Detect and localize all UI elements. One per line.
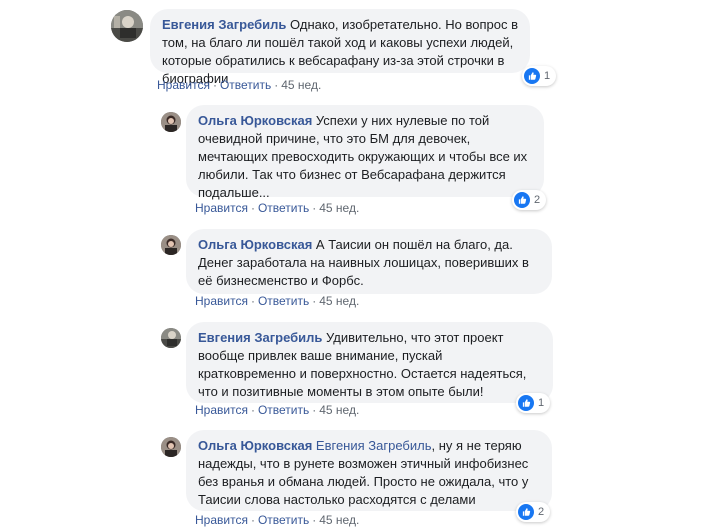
avatar-photo-icon <box>161 437 181 457</box>
avatar-photo-icon <box>111 10 143 42</box>
comment-actions: Нравится · Ответить · 45 нед. <box>195 513 359 527</box>
avatar[interactable] <box>161 437 181 457</box>
separator-dot: · <box>312 513 317 527</box>
like-link[interactable]: Нравится <box>195 201 248 215</box>
comment-mention[interactable]: Евгения Загребиль <box>312 438 432 453</box>
comment-author[interactable]: Евгения Загребиль <box>162 17 286 32</box>
reply-link[interactable]: Ответить <box>258 513 309 527</box>
comment-bubble: Евгения Загребиль Удивительно, что этот … <box>186 322 553 403</box>
comment-reply: Евгения Загребиль Удивительно, что этот … <box>0 315 721 425</box>
comment: Евгения Загребиль Однако, изобретательно… <box>0 0 721 100</box>
separator-dot: · <box>212 78 217 92</box>
avatar[interactable] <box>111 10 143 42</box>
reply-link[interactable]: Ответить <box>258 201 309 215</box>
like-link[interactable]: Нравится <box>195 294 248 308</box>
comment-reply: Ольга Юрковская А Таисии он пошёл на бла… <box>0 222 721 322</box>
like-icon <box>524 68 540 84</box>
reaction-summary[interactable]: 2 <box>512 190 547 210</box>
comment-author[interactable]: Ольга Юрковская <box>198 237 312 252</box>
reaction-summary[interactable]: 1 <box>522 66 557 86</box>
comment-time[interactable]: 45 нед. <box>319 513 359 527</box>
separator-dot: · <box>250 403 255 417</box>
separator-dot: · <box>312 294 317 308</box>
reaction-count: 1 <box>538 397 545 409</box>
reaction-summary[interactable]: 2 <box>516 502 551 522</box>
reply-link[interactable]: Ответить <box>258 403 309 417</box>
avatar[interactable] <box>161 112 181 132</box>
separator-dot: · <box>312 403 317 417</box>
reaction-summary[interactable]: 1 <box>516 393 551 413</box>
separator-dot: · <box>274 78 279 92</box>
reply-link[interactable]: Ответить <box>258 294 309 308</box>
avatar-photo-icon <box>161 235 181 255</box>
like-icon <box>518 504 534 520</box>
comment-bubble: Ольга Юрковская А Таисии он пошёл на бла… <box>186 229 552 294</box>
comment-bubble: Ольга Юрковская Успехи у них нулевые по … <box>186 105 544 200</box>
avatar-photo-icon <box>161 328 181 348</box>
like-icon <box>514 192 530 208</box>
comment-time[interactable]: 45 нед. <box>319 294 359 308</box>
reply-link[interactable]: Ответить <box>220 78 271 92</box>
avatar-photo-icon <box>161 112 181 132</box>
comment-reply: Ольга Юрковская Евгения Загребиль, ну я … <box>0 425 721 530</box>
reaction-count: 2 <box>538 506 545 518</box>
comment-time[interactable]: 45 нед. <box>319 403 359 417</box>
like-icon <box>518 395 534 411</box>
comment-reply: Ольга Юрковская Успехи у них нулевые по … <box>0 100 721 222</box>
separator-dot: · <box>250 294 255 308</box>
comment-actions: Нравится · Ответить · 45 нед. <box>195 201 359 215</box>
like-link[interactable]: Нравится <box>157 78 210 92</box>
like-link[interactable]: Нравится <box>195 513 248 527</box>
reaction-count: 2 <box>534 194 541 206</box>
avatar[interactable] <box>161 235 181 255</box>
avatar[interactable] <box>161 328 181 348</box>
separator-dot: · <box>312 201 317 215</box>
comment-actions: Нравится · Ответить · 45 нед. <box>195 294 359 308</box>
comment-actions: Нравится · Ответить · 45 нед. <box>195 403 359 417</box>
comment-actions: Нравится · Ответить · 45 нед. <box>157 78 321 92</box>
comment-author[interactable]: Ольга Юрковская <box>198 113 312 128</box>
comment-bubble: Ольга Юрковская Евгения Загребиль, ну я … <box>186 430 552 511</box>
reaction-count: 1 <box>544 70 551 82</box>
comment-bubble: Евгения Загребиль Однако, изобретательно… <box>150 9 530 86</box>
comment-author[interactable]: Евгения Загребиль <box>198 330 322 345</box>
comment-author[interactable]: Ольга Юрковская <box>198 438 312 453</box>
separator-dot: · <box>250 513 255 527</box>
comment-time[interactable]: 45 нед. <box>319 201 359 215</box>
separator-dot: · <box>250 201 255 215</box>
like-link[interactable]: Нравится <box>195 403 248 417</box>
comment-time[interactable]: 45 нед. <box>281 78 321 92</box>
